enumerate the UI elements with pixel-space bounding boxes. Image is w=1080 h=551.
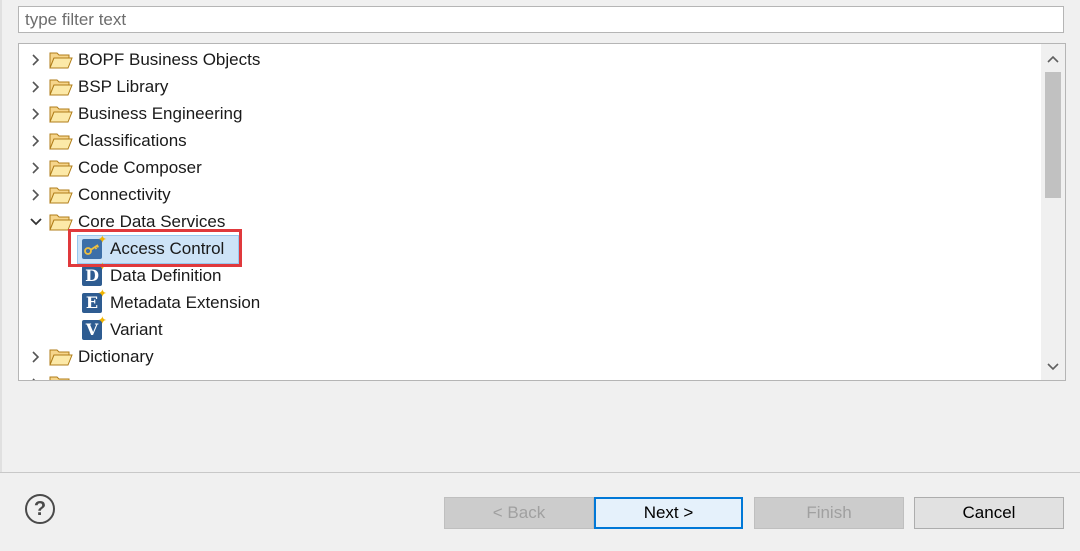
tree-item-label: Data Definition [110, 265, 222, 285]
annotation-highlight-box [68, 229, 242, 267]
tree-item-label: Connectivity [78, 184, 171, 204]
tree-item-label: BOPF Business Objects [78, 49, 261, 69]
scrollbar-thumb[interactable] [1045, 72, 1061, 198]
tree-item-label: BSP Library [78, 76, 169, 96]
tree-item-bopf-business-objects[interactable]: BOPF Business Objects [27, 46, 260, 73]
finish-button[interactable]: Finish [754, 497, 904, 529]
chevron-right-icon[interactable] [27, 348, 45, 366]
tree-item-classifications[interactable]: Classifications [27, 127, 187, 154]
chevron-right-icon[interactable] [27, 159, 45, 177]
folder-icon [49, 185, 73, 205]
tree-item-label: Variant [110, 319, 163, 339]
vertical-scrollbar[interactable] [1041, 44, 1065, 380]
chevron-down-icon[interactable] [27, 213, 45, 231]
tree-item-label: Code Composer [78, 157, 202, 177]
folder-icon [49, 104, 73, 124]
folder-icon [49, 77, 73, 97]
help-icon[interactable]: ? [25, 494, 55, 524]
tree-item-partial[interactable] [27, 370, 78, 380]
chevron-right-icon[interactable] [27, 186, 45, 204]
folder-icon [49, 131, 73, 151]
tree-item-label: Business Engineering [78, 103, 243, 123]
folder-icon [49, 158, 73, 178]
back-button[interactable]: < Back [444, 497, 594, 529]
metadata-extension-icon: E ✦ [81, 288, 107, 315]
chevron-right-icon[interactable] [27, 132, 45, 150]
tree-item-code-composer[interactable]: Code Composer [27, 154, 202, 181]
tree-item-dictionary[interactable]: Dictionary [27, 343, 154, 370]
tree-item-label: Classifications [78, 130, 187, 150]
variant-icon: V ✦ [81, 315, 107, 342]
tree-item-label: Metadata Extension [110, 292, 261, 312]
data-definition-icon: D ✦ [81, 261, 107, 288]
tree-item-label: Dictionary [78, 346, 154, 366]
folder-icon [49, 374, 73, 380]
wizard-page: type filter text BOPF Business Objects B… [0, 0, 1080, 551]
chevron-right-icon[interactable] [27, 375, 45, 380]
tree-item-connectivity[interactable]: Connectivity [27, 181, 171, 208]
chevron-right-icon[interactable] [27, 105, 45, 123]
tree-item-variant[interactable]: V ✦ Variant [81, 315, 163, 343]
tree-item-bsp-library[interactable]: BSP Library [27, 73, 168, 100]
tree-item-metadata-extension[interactable]: E ✦ Metadata Extension [81, 288, 261, 316]
scroll-up-icon[interactable] [1041, 48, 1065, 70]
scroll-down-icon[interactable] [1041, 356, 1065, 378]
tree-item-business-engineering[interactable]: Business Engineering [27, 100, 242, 127]
chevron-right-icon[interactable] [27, 78, 45, 96]
filter-input[interactable]: type filter text [18, 6, 1064, 33]
folder-icon [49, 50, 73, 70]
chevron-right-icon[interactable] [27, 51, 45, 69]
next-button[interactable]: Next > [594, 497, 743, 529]
object-type-tree[interactable]: BOPF Business Objects BSP Library Busine… [18, 43, 1066, 381]
folder-icon [49, 347, 73, 367]
cancel-button[interactable]: Cancel [914, 497, 1064, 529]
left-border [0, 0, 2, 551]
